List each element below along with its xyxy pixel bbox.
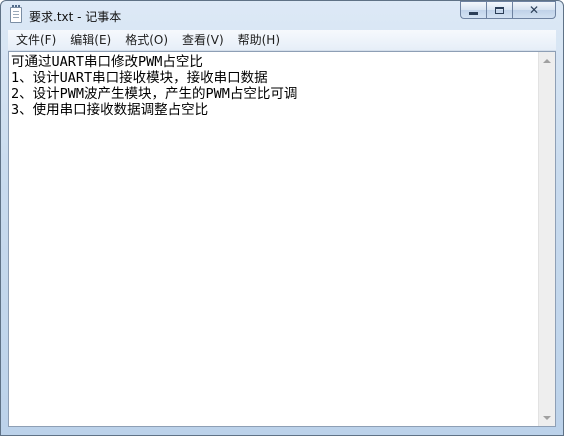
menu-view[interactable]: 查看(V) bbox=[175, 30, 231, 50]
notepad-window: 要求.txt - 记事本 ✕ 文件(F) 编辑(E) 格式(O) 查看(V) 帮… bbox=[0, 0, 564, 436]
title-bar[interactable]: 要求.txt - 记事本 ✕ bbox=[1, 1, 563, 30]
close-button[interactable]: ✕ bbox=[512, 1, 556, 19]
menu-file[interactable]: 文件(F) bbox=[8, 30, 63, 50]
window-title: 要求.txt - 记事本 bbox=[29, 10, 122, 24]
close-icon: ✕ bbox=[528, 3, 540, 17]
maximize-button[interactable] bbox=[486, 1, 512, 19]
notepad-icon[interactable] bbox=[10, 5, 22, 23]
menu-help[interactable]: 帮助(H) bbox=[231, 30, 287, 50]
text-editor[interactable]: 可通过UART串口修改PWM占空比 1、设计UART串口接收模块，接收串口数据 … bbox=[8, 51, 556, 427]
menu-bar: 文件(F) 编辑(E) 格式(O) 查看(V) 帮助(H) bbox=[8, 30, 556, 51]
document-text[interactable]: 可通过UART串口修改PWM占空比 1、设计UART串口接收模块，接收串口数据 … bbox=[11, 54, 538, 424]
caption-buttons: ✕ bbox=[460, 1, 556, 21]
minimize-button[interactable] bbox=[460, 1, 486, 19]
minimize-icon bbox=[469, 11, 478, 15]
vertical-scrollbar[interactable] bbox=[538, 52, 555, 426]
scroll-down-button[interactable] bbox=[539, 409, 555, 426]
scroll-up-arrow-icon bbox=[543, 58, 551, 63]
maximize-icon bbox=[495, 6, 504, 14]
menu-edit[interactable]: 编辑(E) bbox=[63, 30, 118, 50]
scroll-down-arrow-icon bbox=[543, 415, 551, 420]
menu-format[interactable]: 格式(O) bbox=[118, 30, 175, 50]
scroll-up-button[interactable] bbox=[539, 52, 555, 69]
